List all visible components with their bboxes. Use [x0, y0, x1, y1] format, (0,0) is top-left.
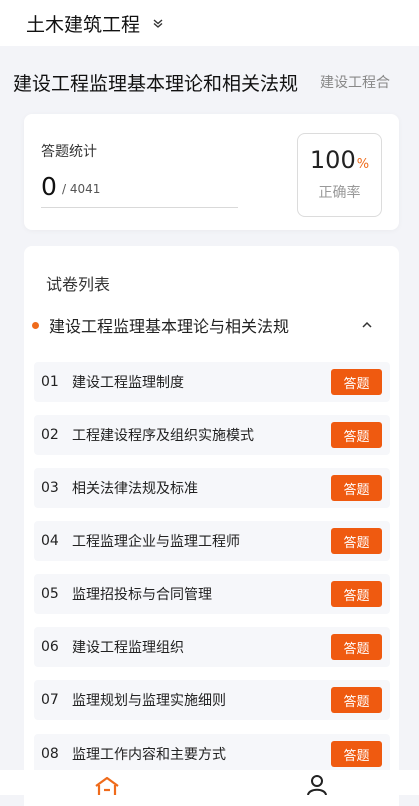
accuracy-unit: %: [356, 157, 370, 172]
item-name: 相关法律法规及标准: [72, 481, 198, 497]
answer-button[interactable]: 答题: [331, 581, 382, 607]
item-name: 监理规划与监理实施细则: [72, 693, 226, 709]
stats-label: 答题统计: [41, 144, 97, 160]
answer-button[interactable]: 答题: [331, 741, 382, 767]
user-icon[interactable]: [306, 775, 328, 795]
answer-button[interactable]: 答题: [331, 634, 382, 660]
item-number: 08: [41, 746, 59, 762]
answer-button[interactable]: 答题: [331, 422, 382, 448]
item-number: 04: [41, 533, 59, 549]
item-name: 工程监理企业与监理工程师: [72, 534, 240, 550]
category-title[interactable]: 土木建筑工程: [26, 10, 140, 37]
answered-count: 0: [41, 172, 57, 201]
item-number: 07: [41, 692, 59, 708]
item-number: 02: [41, 427, 59, 443]
list-item[interactable]: 07 监理规划与监理实施细则 答题: [34, 680, 390, 720]
paper-list-title: 试卷列表: [46, 275, 111, 294]
home-icon[interactable]: [94, 776, 120, 795]
list-item[interactable]: 06 建设工程监理组织 答题: [34, 627, 390, 667]
answer-button[interactable]: 答题: [331, 528, 382, 554]
item-number: 03: [41, 480, 59, 496]
list-item[interactable]: 01 建设工程监理制度 答题: [34, 362, 390, 402]
item-name: 监理工作内容和主要方式: [72, 747, 226, 763]
subject-tab-active[interactable]: 建设工程监理基本理论和相关法规: [13, 69, 298, 96]
subject-tab-next[interactable]: 建设工程合: [320, 72, 390, 92]
top-bar: 土木建筑工程: [0, 0, 419, 46]
answer-button[interactable]: 答题: [331, 475, 382, 501]
accuracy-label: 正确率: [318, 185, 361, 201]
item-number: 06: [41, 639, 59, 655]
chevron-down-icon[interactable]: [152, 17, 164, 29]
stats-divider: [41, 207, 238, 208]
list-item[interactable]: 04 工程监理企业与监理工程师 答题: [34, 521, 390, 561]
accuracy-box: 100% 正确率: [297, 133, 382, 217]
total-count: / 4041: [62, 182, 101, 196]
subject-tabs: 建设工程监理基本理论和相关法规 建设工程合: [0, 56, 419, 108]
paper-group-label: 建设工程监理基本理论与相关法规: [49, 317, 290, 336]
item-name: 建设工程监理组织: [72, 640, 184, 656]
item-number: 01: [41, 374, 59, 390]
item-name: 监理招投标与合同管理: [72, 587, 212, 603]
list-item[interactable]: 03 相关法律法规及标准 答题: [34, 468, 390, 508]
list-item[interactable]: 08 监理工作内容和主要方式 答题: [34, 734, 390, 774]
bullet-dot-icon: [32, 321, 39, 329]
item-number: 05: [41, 586, 59, 602]
accuracy-value: 100%: [298, 146, 381, 174]
answer-button[interactable]: 答题: [331, 369, 382, 395]
bottom-tab-bar: [0, 770, 419, 795]
paper-group-header[interactable]: 建设工程监理基本理论与相关法规: [32, 312, 384, 338]
answer-button[interactable]: 答题: [331, 687, 382, 713]
item-name: 工程建设程序及组织实施模式: [72, 428, 254, 444]
accuracy-number: 100: [309, 146, 356, 174]
answer-stats-card: 答题统计 0 / 4041 100% 正确率: [24, 114, 399, 230]
item-name: 建设工程监理制度: [72, 375, 184, 391]
list-item[interactable]: 05 监理招投标与合同管理 答题: [34, 574, 390, 614]
chevron-up-icon[interactable]: [360, 318, 374, 332]
paper-list-card: 试卷列表 建设工程监理基本理论与相关法规 01 建设工程监理制度 答题 02 工…: [24, 246, 399, 806]
list-item[interactable]: 02 工程建设程序及组织实施模式 答题: [34, 415, 390, 455]
